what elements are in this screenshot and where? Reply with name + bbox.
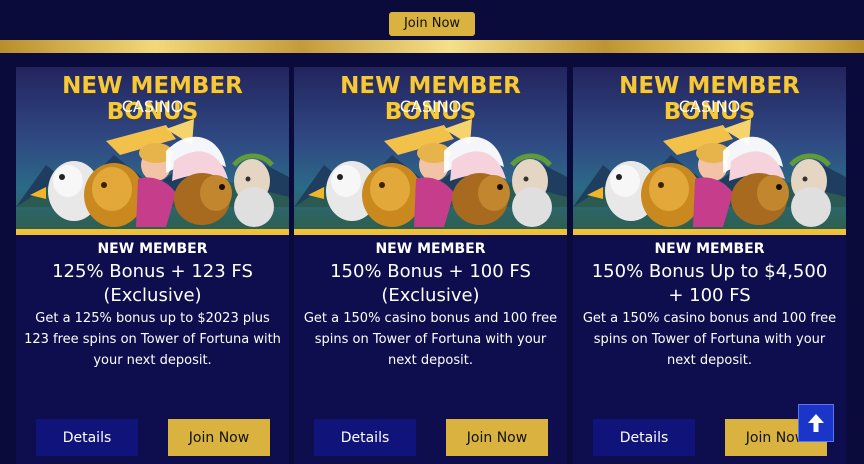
gold-divider: [0, 40, 864, 53]
banner-gold-edge: [294, 229, 567, 235]
card-eyebrow: NEW MEMBER: [654, 241, 765, 257]
bonus-card: NEW MEMBER BONUS CASINO: [16, 67, 289, 464]
details-button[interactable]: Details: [593, 419, 695, 456]
scroll-to-top-button[interactable]: [798, 404, 834, 442]
arrow-up-icon: [808, 414, 824, 432]
bonus-banner-image: NEW MEMBER BONUS CASINO: [16, 67, 289, 235]
mythic-creatures-illustration: [308, 119, 552, 227]
card-eyebrow: NEW MEMBER: [375, 241, 486, 257]
banner-subtitle: CASINO: [121, 97, 184, 116]
join-now-button[interactable]: Join Now: [168, 419, 270, 456]
card-description: Get a 150% casino bonus and 100 free spi…: [582, 311, 837, 368]
card-headline: 125% Bonus + 123 FS (Exclusive): [52, 261, 253, 306]
card-headline: 150% Bonus Up to $4,500 + 100 FS: [591, 261, 828, 306]
mythic-creatures-illustration: [587, 119, 831, 227]
bonus-banner-image: NEW MEMBER BONUS CASINO: [573, 67, 846, 235]
promotions-page: Join Now NEW MEMBER BONUS CASINO NEW MEM…: [0, 0, 864, 464]
card-description: Get a 125% bonus up to $2023 plus 123 fr…: [24, 311, 281, 368]
card-eyebrow: NEW MEMBER: [97, 241, 208, 257]
join-now-button[interactable]: Join Now: [446, 419, 548, 456]
banner-gold-edge: [573, 229, 846, 235]
banner-gold-edge: [16, 229, 289, 235]
card-headline: 150% Bonus + 100 FS (Exclusive): [330, 261, 531, 306]
details-button[interactable]: Details: [314, 419, 416, 456]
bonus-banner-image: NEW MEMBER BONUS CASINO: [294, 67, 567, 235]
banner-subtitle: CASINO: [399, 97, 462, 116]
banner-subtitle: CASINO: [678, 97, 741, 116]
bonus-card: NEW MEMBER BONUS CASINO: [294, 67, 567, 464]
header-join-now-button[interactable]: Join Now: [389, 12, 475, 36]
details-button[interactable]: Details: [36, 419, 138, 456]
card-description: Get a 150% casino bonus and 100 free spi…: [303, 311, 558, 368]
mythic-creatures-illustration: [30, 119, 274, 227]
